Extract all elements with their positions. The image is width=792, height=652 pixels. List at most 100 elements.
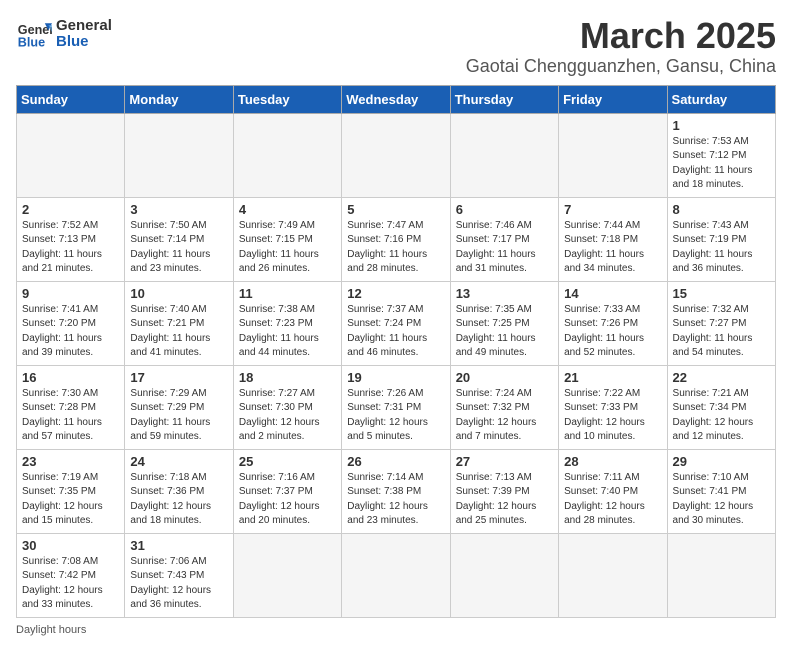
day-number: 30 — [22, 538, 119, 553]
calendar-cell: 2Sunrise: 7:52 AMSunset: 7:13 PMDaylight… — [17, 197, 125, 281]
calendar-cell — [450, 533, 558, 617]
calendar-cell — [125, 113, 233, 197]
calendar-cell: 13 Sunrise: 7:35 AMSunset: 7:25 PMDayligh… — [450, 281, 558, 365]
page-header: General Blue General Blue March 2025 Gao… — [16, 16, 776, 77]
calendar-table: SundayMondayTuesdayWednesdayThursdayFrid… — [16, 85, 776, 618]
day-info: Sunrise: 7:08 AMSunset: 7:42 PMDaylight:… — [22, 555, 119, 613]
calendar-cell: 22 Sunrise: 7:21 AMSunset: 7:34 PMDayligh… — [667, 365, 775, 449]
calendar-cell: 14Sunrise: 7:33 AMSunset: 7:26 PMDayligh… — [559, 281, 667, 365]
calendar-dow-thursday: Thursday — [450, 85, 558, 113]
calendar-cell: 3 Sunrise: 7:50 AMSunset: 7:14 PMDaylight… — [125, 197, 233, 281]
calendar-cell: 19 Sunrise: 7:26 AMSunset: 7:31 PMDayligh… — [342, 365, 450, 449]
calendar-cell — [342, 113, 450, 197]
day-number: 25 — [239, 454, 336, 469]
calendar-cell: 31 Sunrise: 7:06 AMSunset: 7:43 PMDayligh… — [125, 533, 233, 617]
day-info: Sunrise: 7:18 AMSunset: 7:36 PMDaylight:… — [130, 471, 227, 529]
calendar-cell: 11 Sunrise: 7:38 AMSunset: 7:23 PMDayligh… — [233, 281, 341, 365]
day-number: 22 — [673, 370, 770, 385]
day-info: Sunrise: 7:33 AMSunset: 7:26 PMDaylight:… — [564, 303, 661, 361]
calendar-dow-friday: Friday — [559, 85, 667, 113]
day-info: Sunrise: 7:10 AMSunset: 7:41 PMDaylight:… — [673, 471, 770, 529]
day-info: Sunrise: 7:30 AMSunset: 7:28 PMDaylight:… — [22, 387, 119, 445]
day-number: 7 — [564, 202, 661, 217]
day-number: 11 — [239, 286, 336, 301]
calendar-cell: 28Sunrise: 7:11 AMSunset: 7:40 PMDayligh… — [559, 449, 667, 533]
day-info: Sunrise: 7:06 AMSunset: 7:43 PMDaylight:… — [130, 555, 227, 613]
day-info: Sunrise: 7:16 AMSunset: 7:37 PMDaylight:… — [239, 471, 336, 529]
calendar-cell — [559, 533, 667, 617]
day-info: Sunrise: 7:22 AMSunset: 7:33 PMDaylight:… — [564, 387, 661, 445]
day-number: 9 — [22, 286, 119, 301]
day-info: Sunrise: 7:37 AMSunset: 7:24 PMDaylight:… — [347, 303, 444, 361]
calendar-dow-wednesday: Wednesday — [342, 85, 450, 113]
day-number: 24 — [130, 454, 227, 469]
day-info: Sunrise: 7:49 AMSunset: 7:15 PMDaylight:… — [239, 219, 336, 277]
calendar-cell — [667, 533, 775, 617]
title-block: March 2025 Gaotai Chengguanzhen, Gansu, … — [466, 16, 776, 77]
day-number: 20 — [456, 370, 553, 385]
day-number: 26 — [347, 454, 444, 469]
day-info: Sunrise: 7:53 AMSunset: 7:12 PMDaylight:… — [673, 135, 770, 193]
calendar-cell — [17, 113, 125, 197]
day-number: 31 — [130, 538, 227, 553]
day-number: 18 — [239, 370, 336, 385]
day-number: 23 — [22, 454, 119, 469]
calendar-header-row: SundayMondayTuesdayWednesdayThursdayFrid… — [17, 85, 776, 113]
day-info: Sunrise: 7:50 AMSunset: 7:14 PMDaylight:… — [130, 219, 227, 277]
calendar-cell: 1 Sunrise: 7:53 AMSunset: 7:12 PMDaylight… — [667, 113, 775, 197]
day-info: Sunrise: 7:35 AMSunset: 7:25 PMDaylight:… — [456, 303, 553, 361]
calendar-dow-monday: Monday — [125, 85, 233, 113]
month-title: March 2025 — [466, 16, 776, 56]
day-number: 3 — [130, 202, 227, 217]
day-number: 8 — [673, 202, 770, 217]
calendar-dow-saturday: Saturday — [667, 85, 775, 113]
day-info: Sunrise: 7:38 AMSunset: 7:23 PMDaylight:… — [239, 303, 336, 361]
logo-icon: General Blue — [16, 16, 52, 52]
day-number: 12 — [347, 286, 444, 301]
day-number: 10 — [130, 286, 227, 301]
day-info: Sunrise: 7:46 AMSunset: 7:17 PMDaylight:… — [456, 219, 553, 277]
calendar-week-6: 30 Sunrise: 7:08 AMSunset: 7:42 PMDayligh… — [17, 533, 776, 617]
day-info: Sunrise: 7:26 AMSunset: 7:31 PMDaylight:… — [347, 387, 444, 445]
logo: General Blue General Blue — [16, 16, 112, 52]
day-info: Sunrise: 7:13 AMSunset: 7:39 PMDaylight:… — [456, 471, 553, 529]
calendar-cell: 5Sunrise: 7:47 AMSunset: 7:16 PMDaylight… — [342, 197, 450, 281]
calendar-cell: 16 Sunrise: 7:30 AMSunset: 7:28 PMDayligh… — [17, 365, 125, 449]
day-number: 27 — [456, 454, 553, 469]
day-number: 16 — [22, 370, 119, 385]
day-number: 1 — [673, 118, 770, 133]
day-number: 15 — [673, 286, 770, 301]
calendar-cell: 23 Sunrise: 7:19 AMSunset: 7:35 PMDayligh… — [17, 449, 125, 533]
calendar-cell: 8Sunrise: 7:43 AMSunset: 7:19 PMDaylight… — [667, 197, 775, 281]
calendar-cell: 15Sunrise: 7:32 AMSunset: 7:27 PMDayligh… — [667, 281, 775, 365]
calendar-cell: 7Sunrise: 7:44 AMSunset: 7:18 PMDaylight… — [559, 197, 667, 281]
calendar-cell: 30 Sunrise: 7:08 AMSunset: 7:42 PMDayligh… — [17, 533, 125, 617]
calendar-cell — [233, 533, 341, 617]
day-info: Sunrise: 7:29 AMSunset: 7:29 PMDaylight:… — [130, 387, 227, 445]
calendar-cell: 25 Sunrise: 7:16 AMSunset: 7:37 PMDayligh… — [233, 449, 341, 533]
logo-blue: Blue — [56, 34, 112, 51]
day-number: 19 — [347, 370, 444, 385]
day-number: 13 — [456, 286, 553, 301]
calendar-cell: 17Sunrise: 7:29 AMSunset: 7:29 PMDayligh… — [125, 365, 233, 449]
footer-note: Daylight hours — [16, 624, 776, 636]
day-info: Sunrise: 7:47 AMSunset: 7:16 PMDaylight:… — [347, 219, 444, 277]
calendar-cell: 9Sunrise: 7:41 AMSunset: 7:20 PMDaylight… — [17, 281, 125, 365]
day-number: 2 — [22, 202, 119, 217]
svg-text:Blue: Blue — [18, 36, 45, 50]
day-info: Sunrise: 7:19 AMSunset: 7:35 PMDaylight:… — [22, 471, 119, 529]
day-number: 28 — [564, 454, 661, 469]
daylight-label: Daylight hours — [16, 624, 86, 636]
calendar-cell — [450, 113, 558, 197]
calendar-dow-sunday: Sunday — [17, 85, 125, 113]
day-info: Sunrise: 7:40 AMSunset: 7:21 PMDaylight:… — [130, 303, 227, 361]
calendar-week-1: 1 Sunrise: 7:53 AMSunset: 7:12 PMDaylight… — [17, 113, 776, 197]
calendar-cell: 6Sunrise: 7:46 AMSunset: 7:17 PMDaylight… — [450, 197, 558, 281]
calendar-dow-tuesday: Tuesday — [233, 85, 341, 113]
calendar-week-3: 9Sunrise: 7:41 AMSunset: 7:20 PMDaylight… — [17, 281, 776, 365]
day-info: Sunrise: 7:27 AMSunset: 7:30 PMDaylight:… — [239, 387, 336, 445]
day-number: 29 — [673, 454, 770, 469]
day-number: 4 — [239, 202, 336, 217]
day-info: Sunrise: 7:21 AMSunset: 7:34 PMDaylight:… — [673, 387, 770, 445]
calendar-cell: 26Sunrise: 7:14 AMSunset: 7:38 PMDayligh… — [342, 449, 450, 533]
